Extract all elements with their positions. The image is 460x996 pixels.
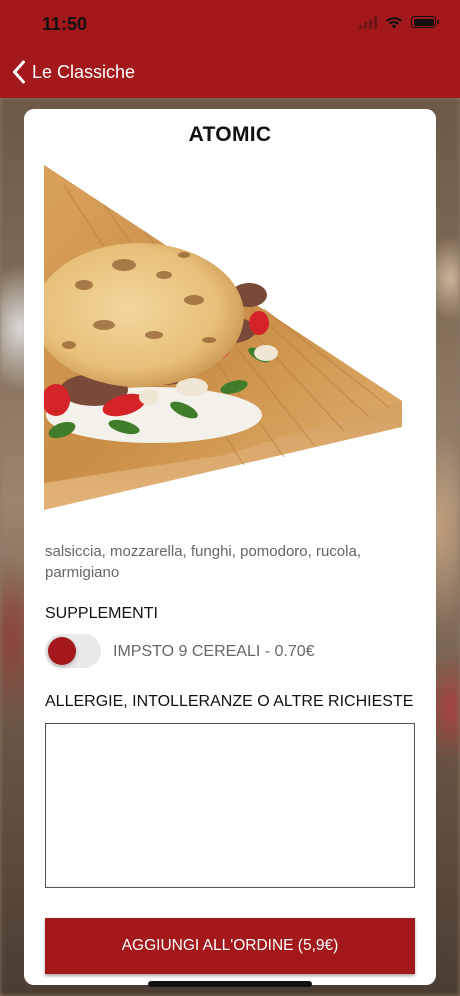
add-to-order-button[interactable]: AGGIUNGI ALL'ORDINE (5,9€) bbox=[45, 918, 415, 974]
supplement-toggle[interactable] bbox=[45, 634, 101, 668]
supplements-heading: SUPPLEMENTI bbox=[45, 605, 158, 622]
add-to-order-label: AGGIUNGI ALL'ORDINE (5,9€) bbox=[121, 937, 339, 954]
status-icons bbox=[359, 15, 439, 29]
home-indicator[interactable] bbox=[148, 981, 312, 987]
toggle-knob bbox=[48, 637, 76, 665]
wifi-icon bbox=[385, 15, 403, 29]
allergies-heading: ALLERGIE, INTOLLERANZE O ALTRE RICHIESTE bbox=[45, 693, 414, 710]
signal-icon bbox=[359, 15, 377, 29]
back-button-label: Le Classiche bbox=[32, 61, 136, 82]
product-description: salsiccia, mozzarella, funghi, pomodoro,… bbox=[45, 543, 361, 581]
product-image bbox=[34, 165, 410, 515]
product-card: ATOMIC salsiccia, mozzarella, funghi, po… bbox=[24, 109, 436, 985]
navigation-bar: Le Classiche bbox=[0, 50, 460, 98]
supplement-label: IMPSTO 9 CEREALI - 0.70€ bbox=[113, 643, 315, 660]
status-bar: 11:50 bbox=[0, 0, 460, 50]
back-button[interactable]: Le Classiche bbox=[12, 60, 135, 84]
allergies-notes-input[interactable] bbox=[45, 723, 415, 888]
chevron-left-icon bbox=[12, 60, 26, 84]
battery-icon bbox=[411, 16, 439, 28]
product-title: ATOMIC bbox=[188, 123, 272, 146]
status-time: 11:50 bbox=[42, 14, 88, 34]
